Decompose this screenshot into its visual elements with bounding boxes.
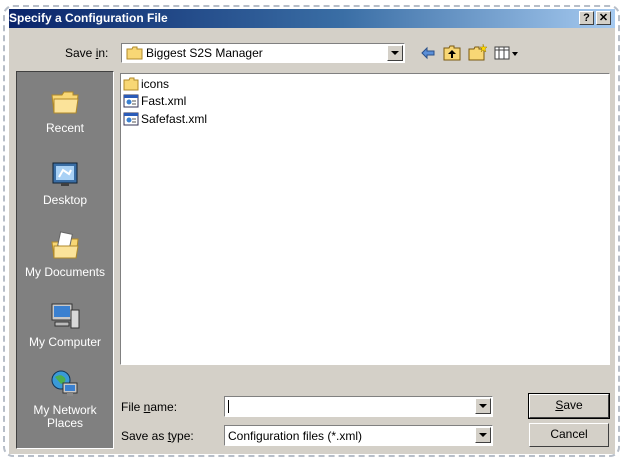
save-dialog: Specify a Configuration File ? ✕ Save in… <box>9 9 615 454</box>
save-in-label: Save in: <box>65 46 109 60</box>
chevron-down-icon[interactable] <box>475 427 491 443</box>
folder-icon <box>123 77 139 90</box>
chevron-down-icon[interactable] <box>475 398 491 414</box>
view-menu-icon[interactable] <box>494 46 520 60</box>
file-name-label: File name: <box>121 400 178 414</box>
places-bar: Recent Desktop My Documents My Computer … <box>16 71 114 449</box>
xml-file-icon <box>123 112 139 125</box>
up-folder-icon[interactable] <box>443 45 461 61</box>
save-in-dropdown[interactable]: Biggest S2S Manager <box>121 43 405 63</box>
list-item[interactable]: icons <box>123 75 169 92</box>
recent-icon <box>51 91 79 114</box>
my-documents-icon <box>51 231 79 259</box>
place-recent[interactable]: Recent <box>17 86 113 135</box>
save-as-type-label: Save as type: <box>121 429 194 443</box>
my-computer-icon <box>51 303 80 329</box>
place-my-computer[interactable]: My Computer <box>17 300 113 349</box>
chevron-down-icon[interactable] <box>387 45 403 61</box>
network-places-icon <box>51 370 78 396</box>
title-bar[interactable]: Specify a Configuration File ? ✕ <box>9 9 615 28</box>
file-name-input[interactable] <box>224 396 493 417</box>
current-folder: Biggest S2S Manager <box>146 46 263 60</box>
save-button[interactable]: Save <box>528 393 610 419</box>
list-item[interactable]: Safefast.xml <box>123 110 207 127</box>
text-cursor <box>228 400 229 413</box>
close-button[interactable]: ✕ <box>596 11 611 25</box>
window-title: Specify a Configuration File <box>9 11 168 25</box>
desktop-icon <box>52 162 78 186</box>
cancel-button[interactable]: Cancel <box>529 423 609 447</box>
place-network[interactable]: My Network Places <box>17 368 113 430</box>
place-my-documents[interactable]: My Documents <box>17 230 113 279</box>
new-folder-icon[interactable] <box>468 43 488 61</box>
xml-file-icon <box>123 94 139 107</box>
file-list[interactable]: icons Fast.xml Safefast.xml <box>120 73 610 365</box>
help-button[interactable]: ? <box>579 11 594 25</box>
place-desktop[interactable]: Desktop <box>17 158 113 207</box>
back-arrow-icon[interactable] <box>421 46 435 60</box>
list-item[interactable]: Fast.xml <box>123 92 186 109</box>
folder-icon <box>126 46 143 60</box>
save-as-type-select[interactable]: Configuration files (*.xml) <box>224 425 493 446</box>
